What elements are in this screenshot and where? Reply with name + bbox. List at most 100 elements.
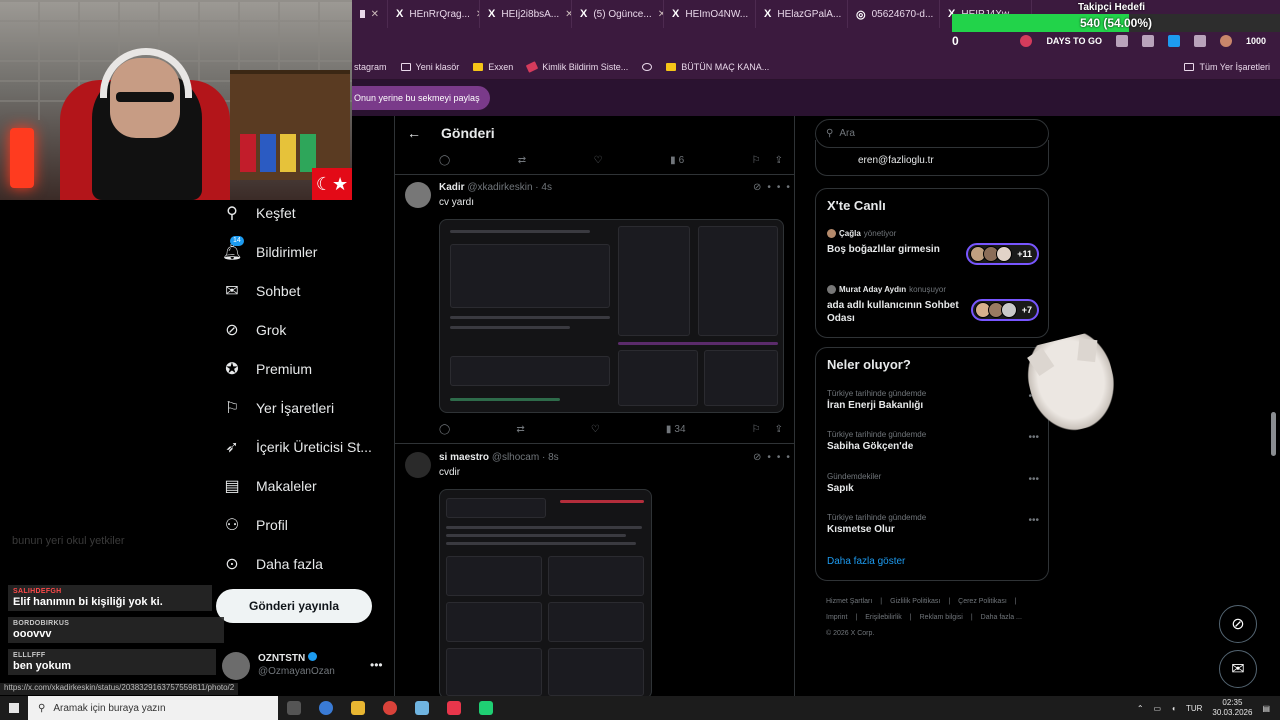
repost-icon[interactable]: ⇄ bbox=[518, 155, 526, 166]
more-dots-icon[interactable]: ••• bbox=[1028, 515, 1039, 526]
browser-tab[interactable]: X(5) Ogünce...✕ bbox=[572, 0, 664, 28]
chrome-icon[interactable] bbox=[374, 696, 406, 720]
post-time[interactable]: 8s bbox=[548, 452, 559, 463]
post-image[interactable] bbox=[439, 489, 652, 696]
footer-link[interactable]: Hizmet Şartları bbox=[826, 598, 872, 605]
nav-chat[interactable]: ✉ Sohbet bbox=[222, 281, 300, 301]
grok-icon[interactable]: ⊘ bbox=[1219, 605, 1257, 643]
close-icon[interactable]: ✕ bbox=[371, 9, 379, 20]
like-icon[interactable]: ♡ bbox=[591, 424, 600, 435]
reply-icon[interactable]: ◯ bbox=[439, 424, 450, 435]
post-author[interactable]: Kadir bbox=[439, 182, 465, 193]
account-switcher[interactable]: OZNTSTN @OzmayanOzan ••• bbox=[222, 650, 383, 682]
browser-tab[interactable]: XHEnRrQrag...✕ bbox=[388, 0, 480, 28]
footer-link[interactable]: Imprint bbox=[826, 614, 847, 621]
task-view-icon[interactable] bbox=[278, 696, 310, 720]
views-count[interactable]: ▮ 34 bbox=[666, 424, 686, 435]
post-author[interactable]: si maestro bbox=[439, 452, 489, 463]
bookmark-item[interactable]: stagram bbox=[354, 62, 387, 72]
network-icon[interactable]: ▭ bbox=[1154, 704, 1162, 713]
show-more-link[interactable]: Daha fazla göster bbox=[827, 556, 905, 567]
post-time[interactable]: 4s bbox=[541, 182, 552, 193]
tab-media-icon[interactable]: ✕ bbox=[352, 0, 388, 28]
scrollbar[interactable] bbox=[1271, 412, 1276, 456]
space-listeners[interactable]: +7 bbox=[970, 299, 1039, 321]
browser-tab[interactable]: XHEImO4NW...✕ bbox=[664, 0, 756, 28]
footer-link[interactable]: Çerez Politikası bbox=[958, 598, 1007, 605]
avatar[interactable] bbox=[405, 182, 431, 208]
extension-icon[interactable] bbox=[1167, 35, 1180, 47]
more-dots-icon[interactable]: ••• bbox=[1028, 474, 1039, 485]
trend-item[interactable]: Gündemdekiler Sapık ••• bbox=[827, 472, 1039, 494]
post-image[interactable] bbox=[439, 219, 784, 413]
trend-item[interactable]: Türkiye tarihinde gündemde Sabiha Gökçen'… bbox=[827, 430, 1039, 452]
footer-link[interactable]: Daha fazla ... bbox=[981, 614, 1022, 621]
more-dots-icon[interactable]: ••• bbox=[370, 658, 383, 672]
share-tab-button[interactable]: Onun yerine bu sekmeyi paylaş bbox=[352, 86, 490, 110]
share-icon[interactable]: ⇪ bbox=[775, 155, 783, 166]
contact-email[interactable]: eren@fazlioglu.tr bbox=[858, 155, 934, 166]
live-space[interactable]: Murat Aday Aydın konuşuyor ada adlı kulla… bbox=[827, 285, 1039, 325]
post-handle[interactable]: @slhocam bbox=[492, 452, 539, 463]
post-button[interactable]: Gönderi yayınla bbox=[216, 589, 372, 623]
nav-explore[interactable]: ⚲ Keşfet bbox=[222, 203, 296, 223]
reply-icon[interactable]: ◯ bbox=[439, 155, 450, 166]
back-arrow-icon[interactable]: ← bbox=[407, 125, 421, 141]
profile-avatar-icon[interactable] bbox=[1219, 35, 1232, 47]
bookmark-item[interactable]: BÜTÜN MAÇ KANA... bbox=[666, 62, 769, 72]
share-icon[interactable]: ⇪ bbox=[775, 424, 783, 435]
close-icon[interactable]: ✕ bbox=[565, 9, 571, 20]
bookmark-item[interactable]: Yeni klasör bbox=[400, 62, 459, 72]
nav-more[interactable]: ⊙ Daha fazla bbox=[222, 554, 323, 574]
bookmark-item[interactable]: Kimlik Bildirim Siste... bbox=[526, 60, 628, 73]
extension-icon[interactable] bbox=[1020, 35, 1033, 47]
taskbar-search[interactable]: ⚲ Aramak için buraya yazın bbox=[28, 696, 278, 720]
post-handle[interactable]: @xkadirkeskin bbox=[467, 182, 532, 193]
puzzle-icon[interactable] bbox=[1193, 35, 1206, 47]
explorer-icon[interactable] bbox=[342, 696, 374, 720]
footer-link[interactable]: Reklam bilgisi bbox=[920, 614, 963, 621]
notification-icon[interactable]: ▤ bbox=[1262, 704, 1270, 713]
post-menu[interactable]: ⊘••• bbox=[753, 452, 794, 463]
message-icon[interactable]: ✉ bbox=[1219, 650, 1257, 688]
like-icon[interactable]: ♡ bbox=[594, 155, 603, 166]
nav-notifications[interactable]: 🔔︎ 14 Bildirimler bbox=[222, 236, 317, 262]
repost-icon[interactable]: ⇄ bbox=[516, 424, 524, 435]
language-indicator[interactable]: TUR bbox=[1186, 704, 1202, 713]
app-icon[interactable] bbox=[470, 696, 502, 720]
browser-tab[interactable]: X HEIj2i8bsA... ✕ bbox=[480, 0, 572, 28]
days-to-go-extension[interactable]: DAYS TO GO bbox=[1046, 36, 1102, 46]
views-count[interactable]: ▮ 6 bbox=[670, 155, 684, 166]
start-button[interactable] bbox=[0, 696, 28, 720]
bookmark-item[interactable]: Exxen bbox=[473, 62, 513, 72]
nav-grok[interactable]: ⊘ Grok bbox=[222, 320, 286, 340]
bookmark-icon[interactable]: ⚐ bbox=[752, 155, 761, 166]
all-bookmarks[interactable]: Tüm Yer İşaretleri bbox=[1184, 62, 1270, 72]
browser-tab[interactable]: ◎05624670-d...✕ bbox=[848, 0, 940, 28]
trend-item[interactable]: Türkiye tarihinde gündemde İran Enerji Ba… bbox=[827, 389, 1039, 411]
volume-icon[interactable]: ◖ bbox=[1171, 704, 1176, 713]
obs-icon[interactable] bbox=[438, 696, 470, 720]
avatar[interactable] bbox=[405, 452, 431, 478]
footer-link[interactable]: Erişilebilirlik bbox=[865, 614, 902, 621]
browser-tab[interactable]: XHElazGPalA...✕ bbox=[756, 0, 848, 28]
nav-premium[interactable]: ✪ Premium bbox=[222, 359, 312, 379]
clock[interactable]: 02:35 30.03.2026 bbox=[1212, 698, 1252, 718]
nav-creator-studio[interactable]: ➶ İçerik Üreticisi St... bbox=[222, 437, 372, 457]
space-listeners[interactable]: +11 bbox=[966, 243, 1039, 265]
copilot-icon[interactable] bbox=[310, 696, 342, 720]
app-icon[interactable] bbox=[406, 696, 438, 720]
bookmark-icon[interactable]: ⚐ bbox=[752, 424, 761, 435]
footer-link[interactable]: Gizlilik Politikası bbox=[890, 598, 940, 605]
post-menu[interactable]: ⊘••• bbox=[753, 182, 794, 193]
bookmark-item[interactable] bbox=[642, 62, 653, 71]
nav-profile[interactable]: ⚇ Profil bbox=[222, 515, 288, 535]
nav-articles[interactable]: ▤ Makaleler bbox=[222, 476, 316, 496]
more-dots-icon[interactable]: ••• bbox=[1028, 432, 1039, 443]
nav-bookmarks[interactable]: ⚐ Yer İşaretleri bbox=[222, 398, 334, 418]
live-space[interactable]: Çağla yönetiyor Boş boğazlılar girmesin +… bbox=[827, 229, 1039, 265]
trend-item[interactable]: Türkiye tarihinde gündemde Kısmetse Olur •… bbox=[827, 513, 1039, 535]
chevron-up-icon[interactable]: ⌃ bbox=[1137, 704, 1144, 713]
extension-icon[interactable] bbox=[1141, 35, 1154, 47]
extension-icon[interactable] bbox=[1115, 35, 1128, 47]
